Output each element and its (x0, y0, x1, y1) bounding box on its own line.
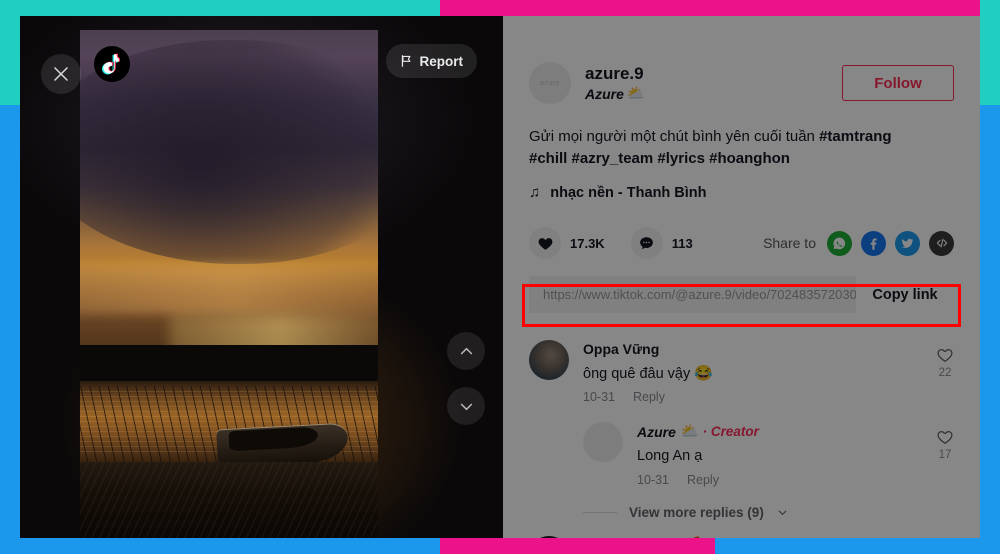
frame-edge-bottom-left (0, 538, 440, 554)
flag-icon (401, 55, 410, 67)
comment-reply-button[interactable]: Reply (687, 473, 719, 487)
frame-edge-left-top (0, 0, 20, 105)
comment-author[interactable]: Azure ⛅ · Creator (637, 422, 954, 442)
comment-list: Oppa Vững ông quê đâu vậy 😂 10-31 Reply (529, 340, 954, 538)
author-nickname: Azure ⛅ (585, 84, 645, 104)
chevron-up-icon (460, 347, 472, 354)
video-caption: Gửi mọi người một chút bình yên cuối tuầ… (529, 126, 921, 170)
decorative-frame: Report azure azure.9 Azure ⛅ Follow Gửi … (0, 0, 1000, 554)
comment-author-name: Min (hiện một) (583, 536, 679, 538)
chevron-down-icon (460, 403, 472, 410)
heart-outline-icon (937, 431, 953, 445)
frame-edge-right-bottom (980, 105, 1000, 554)
weather-emoji: ⛅ (679, 423, 699, 441)
comment-item-reply: Azure⛅ · Creator Long An ạ 10-31 Reply (583, 422, 954, 487)
share-group: Share to (763, 230, 954, 256)
treeline-silhouette (80, 344, 378, 381)
previous-video-button[interactable] (447, 332, 485, 370)
comment-item: Oppa Vững ông quê đâu vậy 😂 10-31 Reply (529, 340, 954, 404)
comment-author[interactable]: Oppa Vững (583, 340, 954, 359)
avatar[interactable]: azure (529, 62, 571, 104)
divider-line (583, 511, 617, 513)
heart-outline-icon (937, 349, 953, 362)
video-player[interactable] (80, 30, 378, 538)
video-info-panel: azure azure.9 Azure ⛅ Follow Gửi mọi ngườ… (503, 16, 980, 538)
creator-badge: · Creator (702, 424, 759, 440)
frame-edge-bottom-right (715, 538, 1000, 554)
comment-text: ông quê đâu vậy 😂 (583, 363, 954, 384)
comment-body: Min (hiện một) 🌈 (583, 536, 954, 538)
comment-author-name: Azure (637, 423, 676, 440)
share-whatsapp-icon[interactable] (827, 230, 852, 256)
comment-reply-button[interactable]: Reply (633, 390, 665, 404)
frame-edge-bottom-middle (440, 538, 715, 554)
like-stat: 17.3K (529, 227, 605, 259)
close-icon (54, 67, 68, 81)
like-count: 17.3K (570, 235, 605, 251)
copy-link-row: https://www.tiktok.com/@azure.9/video/70… (529, 276, 954, 313)
view-more-replies-button[interactable]: View more replies (9) (583, 505, 954, 520)
like-button[interactable] (529, 227, 561, 259)
tiktok-logo-icon (94, 46, 130, 82)
frame-edge-top-left (0, 0, 440, 16)
comment-item-partial: Min (hiện một) 🌈 (529, 535, 954, 538)
share-twitter-icon[interactable] (895, 230, 920, 256)
comment-stat: 113 (630, 227, 693, 259)
frame-edge-right-top (980, 0, 1000, 105)
comment-like-count: 17 (938, 449, 952, 462)
music-label: nhạc nền - Thanh Bình (550, 184, 707, 201)
comment-count: 113 (671, 235, 693, 251)
comment-text: Long An ạ (637, 448, 703, 465)
comment-bubble-icon (640, 236, 654, 249)
next-video-button[interactable] (447, 387, 485, 425)
copy-link-button[interactable]: Copy link (856, 276, 954, 313)
close-button[interactable] (41, 54, 81, 94)
cloud-streak (80, 263, 378, 315)
report-button[interactable]: Report (385, 44, 477, 78)
comment-button[interactable] (630, 227, 663, 259)
music-note-icon: ♫ (529, 184, 541, 201)
author-names: azure.9 Azure ⛅ (585, 63, 645, 104)
share-embed-icon[interactable] (929, 230, 954, 256)
chevron-down-icon (778, 510, 787, 515)
frame-edge-left-bottom (0, 105, 20, 554)
info-panel-scroll[interactable]: azure azure.9 Azure ⛅ Follow Gửi mọi ngườ… (503, 16, 980, 538)
video-pane: Report (20, 16, 503, 538)
author-row: azure azure.9 Azure ⛅ Follow (529, 16, 954, 104)
laughing-emoji: 😂 (694, 364, 713, 382)
rainbow-emoji: 🌈 (683, 536, 702, 538)
comment-meta: 10-31 Reply (583, 390, 954, 404)
comment-date: 10-31 (637, 472, 669, 487)
view-more-replies-label: View more replies (9) (629, 504, 764, 520)
report-label: Report (419, 53, 464, 69)
tiktok-video-modal: Report azure azure.9 Azure ⛅ Follow Gửi … (20, 16, 980, 538)
heart-icon (538, 237, 552, 250)
weather-emoji: ⛅ (625, 84, 645, 102)
avatar[interactable] (529, 340, 569, 380)
comment-author[interactable]: Min (hiện một) 🌈 (583, 536, 954, 538)
share-facebook-icon[interactable] (861, 230, 886, 256)
comment-like-button[interactable]: 17 (936, 428, 954, 461)
comment-meta: 10-31 Reply (637, 473, 954, 487)
avatar[interactable] (529, 535, 569, 538)
author-handle[interactable]: azure.9 (585, 63, 645, 84)
author-nickname-text: Azure (585, 85, 624, 102)
stats-row: 17.3K 113 Share to (529, 227, 954, 259)
share-label: Share to (763, 235, 816, 251)
comment-text-body: ông quê đâu vậy (583, 365, 695, 382)
comment-like-count: 22 (938, 367, 952, 379)
comment-date: 10-31 (583, 390, 615, 405)
follow-button[interactable]: Follow (842, 65, 954, 101)
comment-body: Oppa Vững ông quê đâu vậy 😂 10-31 Reply (583, 340, 954, 404)
share-url-input[interactable]: https://www.tiktok.com/@azure.9/video/70… (529, 276, 856, 313)
comment-like-button[interactable]: 22 (936, 346, 954, 379)
frame-edge-top-middle (440, 0, 1000, 16)
shore-texture (80, 461, 378, 538)
music-row[interactable]: ♫ nhạc nền - Thanh Bình (529, 184, 954, 201)
caption-text: Gửi mọi người một chút bình yên cuối tuầ… (529, 128, 820, 145)
comment-body: Azure ⛅ · Creator Long An ạ 10-31 Reply (637, 422, 954, 487)
avatar[interactable] (583, 422, 623, 463)
